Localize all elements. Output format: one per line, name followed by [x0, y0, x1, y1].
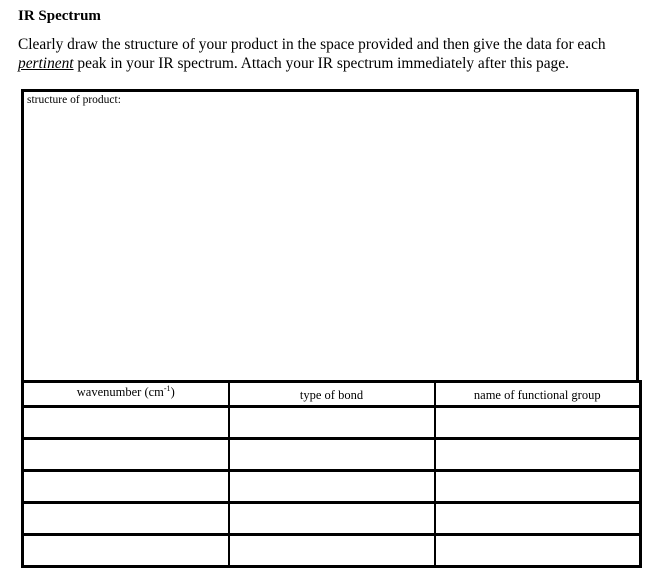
header-functional-group-label: name of functional group — [473, 387, 601, 402]
structure-drawing-area[interactable]: structure of product: — [21, 89, 639, 382]
header-wavenumber-label: wavenumber (cm — [76, 384, 164, 399]
header-bond-type: type of bond — [227, 380, 436, 408]
structure-label: structure of product: — [27, 94, 121, 106]
table-header-row: wavenumber (cm-1) type of bond name of f… — [21, 380, 642, 408]
cell-functional-group[interactable] — [433, 470, 642, 504]
table-row — [21, 534, 642, 568]
cell-functional-group[interactable] — [433, 534, 642, 568]
cell-bond-type[interactable] — [227, 406, 436, 440]
cell-wavenumber[interactable] — [21, 534, 230, 568]
cell-functional-group[interactable] — [433, 502, 642, 536]
header-functional-group: name of functional group — [433, 380, 642, 408]
cell-functional-group[interactable] — [433, 406, 642, 440]
header-wavenumber-close: ) — [170, 384, 175, 399]
cell-bond-type[interactable] — [227, 438, 436, 472]
instructions-part-1: Clearly draw the structure of your produ… — [18, 36, 606, 53]
cell-bond-type[interactable] — [227, 534, 436, 568]
instructions-text: Clearly draw the structure of your produ… — [18, 35, 648, 73]
cell-wavenumber[interactable] — [21, 470, 230, 504]
header-bond-type-label: type of bond — [299, 387, 364, 402]
table-row — [21, 470, 642, 504]
cell-wavenumber[interactable] — [21, 406, 230, 440]
ir-peak-table: wavenumber (cm-1) type of bond name of f… — [21, 380, 642, 568]
header-wavenumber-superscript: -1 — [163, 383, 171, 393]
cell-wavenumber[interactable] — [21, 502, 230, 536]
table-row — [21, 502, 642, 536]
instructions-emphasis: pertinent — [18, 55, 74, 72]
instructions-part-2: peak in your IR spectrum. Attach your IR… — [73, 55, 569, 72]
section-title: IR Spectrum — [18, 8, 101, 24]
header-wavenumber: wavenumber (cm-1) — [21, 380, 230, 408]
cell-functional-group[interactable] — [433, 438, 642, 472]
table-row — [21, 438, 642, 472]
table-row — [21, 406, 642, 440]
cell-bond-type[interactable] — [227, 470, 436, 504]
cell-wavenumber[interactable] — [21, 438, 230, 472]
cell-bond-type[interactable] — [227, 502, 436, 536]
